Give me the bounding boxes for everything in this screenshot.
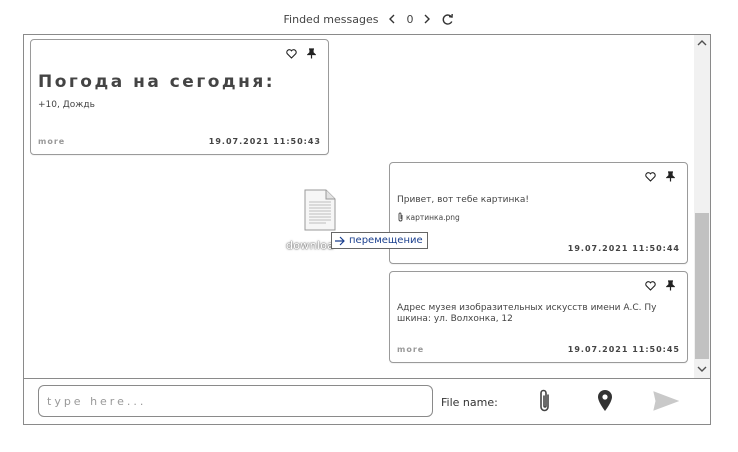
message-text: Привет, вот тебе картинка! (397, 195, 529, 205)
message-list: Погода на сегодня: +10, Дождь more 19.07… (24, 35, 694, 378)
refresh-icon[interactable] (441, 13, 454, 26)
scroll-down-icon[interactable] (697, 365, 707, 373)
message-text: +10, Дождь (38, 100, 95, 110)
drag-tooltip-label: перемещение (349, 235, 423, 246)
more-link[interactable]: more (397, 345, 424, 354)
message-text-line2: шкина: ул. Волхонка, 12 (397, 314, 513, 324)
chevron-right-icon[interactable] (423, 14, 431, 24)
pin-icon[interactable] (666, 171, 675, 182)
chat-window: Погода на сегодня: +10, Дождь more 19.07… (23, 34, 711, 425)
message-text-line1: Адрес музея изобразительных искусств име… (397, 303, 657, 313)
composer: File name: (24, 378, 710, 425)
scrollbar-thumb[interactable] (695, 213, 709, 359)
message-title: Погода на сегодня: (38, 72, 276, 92)
location-pin-icon[interactable] (596, 389, 614, 413)
chevron-left-icon[interactable] (388, 14, 396, 24)
message-scrollbar[interactable] (694, 35, 710, 378)
heart-icon[interactable] (286, 48, 297, 59)
dragged-file-name: downloa (286, 239, 335, 252)
heart-icon[interactable] (645, 171, 656, 182)
heart-icon[interactable] (645, 280, 656, 291)
message-timestamp: 19.07.2021 11:50:45 (567, 345, 680, 354)
found-count: 0 (406, 12, 414, 26)
drag-tooltip: перемещение (331, 232, 428, 249)
pin-icon[interactable] (666, 280, 675, 291)
paperclip-icon (398, 212, 403, 222)
attachment-name: картинка.png (406, 212, 460, 222)
message-timestamp: 19.07.2021 11:50:43 (208, 137, 321, 146)
attachment-link[interactable]: картинка.png (397, 212, 460, 222)
arrow-right-icon (335, 236, 345, 245)
finded-messages-label: Finded messages (283, 12, 379, 26)
send-icon[interactable] (653, 391, 679, 411)
scroll-up-icon[interactable] (697, 39, 707, 47)
document-icon (304, 189, 336, 231)
message-input[interactable] (38, 385, 433, 417)
pin-icon[interactable] (307, 48, 316, 59)
message-timestamp: 19.07.2021 11:50:44 (567, 244, 680, 253)
more-link[interactable]: more (38, 137, 65, 146)
paperclip-icon[interactable] (536, 388, 554, 414)
message-card: Погода на сегодня: +10, Дождь more 19.07… (30, 39, 329, 155)
file-name-label: File name: (441, 396, 498, 409)
message-card: Привет, вот тебе картинка! картинка.png … (389, 162, 688, 264)
message-card: Адрес музея изобразительных искусств име… (389, 271, 688, 363)
search-bar: Finded messages 0 (0, 10, 738, 28)
